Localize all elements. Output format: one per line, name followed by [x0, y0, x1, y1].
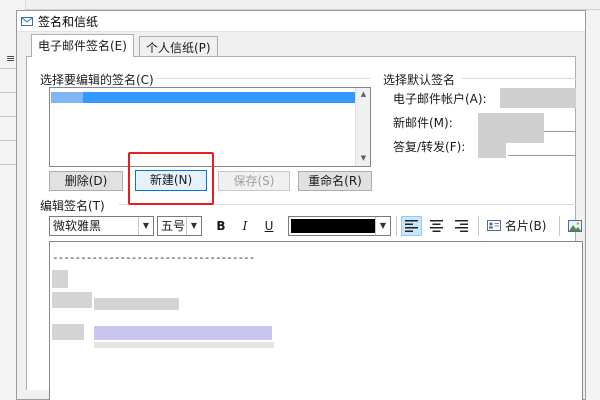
blurred-signature-text	[94, 342, 274, 348]
signature-list-item-selected[interactable]	[51, 92, 355, 103]
replies-forwards-label: 答复/转发(F):	[393, 140, 466, 154]
background-window-right	[584, 10, 600, 400]
new-messages-dropdown[interactable]	[478, 113, 544, 143]
chevron-down-icon: ▼	[138, 217, 153, 235]
align-center-button[interactable]	[426, 216, 447, 236]
select-signature-label: 选择要编辑的签名(C)	[40, 73, 154, 87]
font-color-select[interactable]: ▼	[288, 216, 391, 236]
blurred-signature-text	[52, 324, 84, 340]
font-name-value: 微软雅黑	[53, 219, 102, 233]
business-card-label: 名片(B)	[504, 219, 547, 233]
blurred-signature-link	[94, 326, 272, 340]
blurred-signature-text	[52, 292, 92, 308]
rename-button[interactable]: 重命名(R)	[298, 171, 372, 191]
dialog-titlebar: 签名和信纸	[17, 11, 585, 32]
blurred-signature-name	[51, 92, 83, 103]
signature-list-scrollbar[interactable]: ▲ ▼	[355, 88, 370, 166]
chevron-down-icon: ▼	[186, 217, 201, 235]
email-account-dropdown[interactable]	[500, 88, 576, 108]
signature-editor[interactable]: ------------------------------------	[49, 241, 583, 400]
font-name-select[interactable]: 微软雅黑 ▼	[49, 216, 154, 236]
edit-signature-label: 编辑签名(T)	[40, 199, 105, 213]
align-right-button[interactable]	[451, 216, 472, 236]
new-button-highlight-box	[128, 152, 214, 205]
picture-icon	[568, 220, 582, 232]
tab-personal-stationery[interactable]: 个人信纸(P)	[139, 36, 218, 56]
blurred-signature-text	[52, 270, 68, 288]
business-card-icon	[487, 220, 501, 231]
align-left-icon	[405, 220, 418, 232]
font-size-select[interactable]: 五号 ▼	[157, 216, 202, 236]
scroll-down-icon[interactable]: ▼	[356, 154, 371, 162]
save-button[interactable]: 保存(S)	[218, 171, 290, 191]
align-center-icon	[430, 220, 443, 232]
email-account-label: 电子邮件帐户(A):	[393, 92, 487, 106]
delete-button[interactable]: 删除(D)	[49, 171, 123, 191]
chevron-down-icon: ▼	[375, 217, 390, 235]
background-menu-icon: ≡	[6, 52, 16, 65]
background-window-ribbon	[26, 0, 600, 10]
business-card-button[interactable]: 名片(B)	[487, 216, 551, 236]
align-left-button[interactable]	[401, 216, 422, 236]
insert-picture-button[interactable]	[566, 216, 584, 236]
dialog-title: 签名和信纸	[38, 15, 99, 29]
font-color-swatch	[291, 219, 375, 233]
replies-forwards-dropdown[interactable]	[478, 140, 506, 158]
scroll-up-icon[interactable]: ▲	[356, 90, 371, 98]
tab-email-signature[interactable]: 电子邮件签名(E)	[31, 34, 134, 57]
new-messages-label: 新邮件(M):	[393, 116, 453, 130]
envelope-icon	[21, 17, 33, 26]
underline-button[interactable]: U	[259, 216, 279, 236]
italic-button[interactable]: I	[235, 216, 255, 236]
blurred-signature-text	[94, 298, 179, 310]
font-size-value: 五号	[161, 219, 186, 233]
bold-button[interactable]: B	[211, 216, 231, 236]
default-signature-label: 选择默认签名	[383, 73, 456, 87]
align-right-icon	[455, 220, 468, 232]
signature-divider-line: ------------------------------------	[52, 251, 255, 264]
